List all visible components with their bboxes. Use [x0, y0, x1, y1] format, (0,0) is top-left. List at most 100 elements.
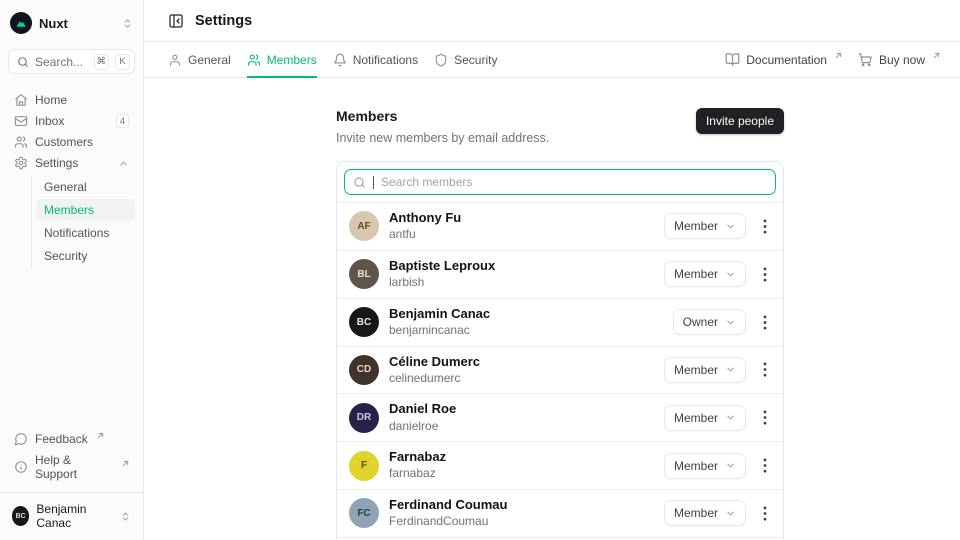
- section-subtitle: Invite new members by email address.: [336, 131, 549, 145]
- kbd-cmd: ⌘: [94, 54, 110, 70]
- sidebar-item-home[interactable]: Home: [8, 90, 135, 110]
- sidebar-item-notifications[interactable]: Notifications: [36, 222, 135, 244]
- inbox-count-badge: 4: [116, 114, 129, 128]
- workspace-name: Nuxt: [39, 16, 68, 31]
- tab-label: Members: [267, 53, 317, 67]
- member-search-input[interactable]: Search members: [344, 169, 776, 195]
- settings-subnav: General Members Notifications Security: [31, 176, 135, 267]
- member-username: FerdinandCoumau: [389, 514, 507, 530]
- member-username: danielroe: [389, 419, 456, 435]
- sidebar-item-settings[interactable]: Settings: [8, 153, 135, 173]
- sidebar-item-members[interactable]: Members: [36, 199, 135, 221]
- sidebar-item-help-support[interactable]: Help & Support: [8, 450, 135, 484]
- collapse-sidebar-button[interactable]: [168, 13, 184, 29]
- kebab-icon: [763, 458, 767, 473]
- member-avatar: AF: [349, 211, 379, 241]
- home-icon: [14, 93, 28, 107]
- member-role-select[interactable]: Member: [664, 405, 746, 431]
- chevron-down-icon: [725, 508, 736, 519]
- sidebar-nav: Home Inbox 4 Customers Settings: [8, 90, 135, 267]
- user-menu[interactable]: BC Benjamin Canac: [8, 493, 135, 532]
- search-placeholder: Search...: [35, 55, 88, 69]
- member-name: Anthony Fu: [389, 210, 461, 226]
- member-role-select[interactable]: Owner: [673, 309, 746, 335]
- member-role-select[interactable]: Member: [664, 357, 746, 383]
- member-role-select[interactable]: Member: [664, 213, 746, 239]
- chevron-down-icon: [725, 412, 736, 423]
- members-list: AF Anthony Fu antfu Member BL Baptiste L…: [337, 202, 783, 540]
- buy-now-link[interactable]: Buy now: [858, 52, 940, 67]
- invite-people-button[interactable]: Invite people: [696, 108, 784, 134]
- tab-security[interactable]: Security: [434, 42, 497, 77]
- member-row: F Farnabaz farnabaz Member: [337, 441, 783, 489]
- member-avatar: FC: [349, 498, 379, 528]
- unfold-icon: [120, 511, 131, 522]
- sidebar-item-feedback[interactable]: Feedback: [8, 429, 135, 449]
- kebab-icon: [763, 315, 767, 330]
- member-name: Farnabaz: [389, 449, 446, 465]
- sidebar-item-label: Security: [44, 249, 87, 263]
- member-username: benjamincanac: [389, 323, 490, 339]
- member-more-button[interactable]: [759, 504, 771, 523]
- shield-icon: [434, 53, 448, 67]
- sidebar-item-label: Inbox: [35, 114, 64, 128]
- kebab-icon: [763, 362, 767, 377]
- external-link-icon: [97, 432, 104, 439]
- tab-label: General: [188, 53, 231, 67]
- bell-icon: [333, 53, 347, 67]
- member-more-button[interactable]: [759, 217, 771, 236]
- inbox-icon: [14, 114, 28, 128]
- sidebar-item-label: Feedback: [35, 432, 88, 446]
- tab-members[interactable]: Members: [247, 42, 317, 77]
- member-row: AF Anthony Fu antfu Member: [337, 203, 783, 250]
- chevron-up-icon: [118, 158, 129, 169]
- member-username: antfu: [389, 227, 461, 243]
- member-role-select[interactable]: Member: [664, 453, 746, 479]
- sidebar-search-input[interactable]: Search... ⌘ K: [8, 49, 135, 74]
- member-row: CD Céline Dumerc celinedumerc Member: [337, 346, 783, 394]
- sidebar-item-inbox[interactable]: Inbox 4: [8, 111, 135, 131]
- member-more-button[interactable]: [759, 408, 771, 427]
- member-row: BL Baptiste Leproux larbish Member: [337, 250, 783, 298]
- sidebar-item-label: General: [44, 180, 87, 194]
- main-area: Settings General Members Notifications: [144, 0, 960, 540]
- tab-bar: General Members Notifications Security: [144, 42, 960, 78]
- kbd-k: K: [115, 54, 130, 70]
- kebab-icon: [763, 410, 767, 425]
- sidebar-item-label: Settings: [35, 156, 78, 170]
- text-caret: [373, 176, 374, 189]
- tab-general[interactable]: General: [168, 42, 231, 77]
- member-name: Baptiste Leproux: [389, 258, 495, 274]
- sidebar-item-customers[interactable]: Customers: [8, 132, 135, 152]
- member-username: celinedumerc: [389, 371, 480, 387]
- member-role-select[interactable]: Member: [664, 500, 746, 526]
- kebab-icon: [763, 506, 767, 521]
- tab-label: Security: [454, 53, 497, 67]
- user-avatar: BC: [12, 506, 29, 526]
- cart-icon: [858, 52, 873, 67]
- documentation-link[interactable]: Documentation: [725, 52, 842, 67]
- tab-notifications[interactable]: Notifications: [333, 42, 418, 77]
- member-more-button[interactable]: [759, 360, 771, 379]
- sidebar-item-security[interactable]: Security: [36, 245, 135, 267]
- member-more-button[interactable]: [759, 265, 771, 284]
- workspace-switcher[interactable]: Nuxt: [8, 10, 135, 36]
- page-header: Settings: [144, 0, 960, 42]
- member-role-select[interactable]: Member: [664, 261, 746, 287]
- sidebar-item-label: Help & Support: [35, 453, 113, 481]
- sidebar-item-general[interactable]: General: [36, 176, 135, 198]
- member-avatar: CD: [349, 355, 379, 385]
- kebab-icon: [763, 219, 767, 234]
- link-label: Documentation: [746, 53, 827, 67]
- member-username: farnabaz: [389, 466, 446, 482]
- content-area: Members Invite new members by email addr…: [144, 78, 960, 540]
- tab-label: Notifications: [353, 53, 418, 67]
- member-more-button[interactable]: [759, 456, 771, 475]
- chevron-down-icon: [725, 269, 736, 280]
- members-card: Search members AF Anthony Fu antfu Membe…: [336, 161, 784, 540]
- external-link-icon: [835, 52, 842, 59]
- kebab-icon: [763, 267, 767, 282]
- search-icon: [17, 56, 29, 68]
- external-link-icon: [933, 52, 940, 59]
- member-more-button[interactable]: [759, 313, 771, 332]
